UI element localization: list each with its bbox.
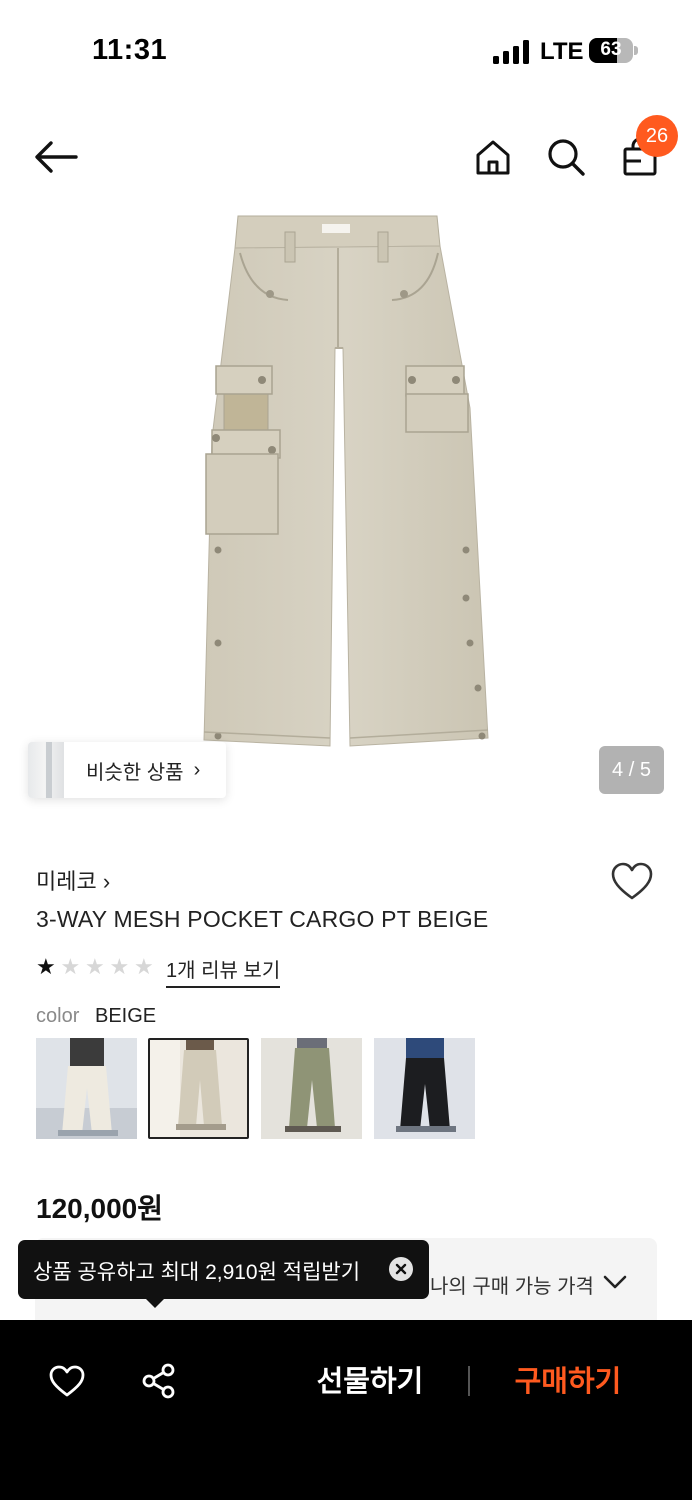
network-type: LTE bbox=[540, 38, 584, 65]
close-icon bbox=[395, 1263, 407, 1275]
heart-icon bbox=[611, 862, 653, 900]
status-bar: 11:31 LTE 63 bbox=[0, 0, 692, 104]
chevron-right-icon: › bbox=[193, 758, 201, 781]
cart-count-badge: 26 bbox=[636, 115, 678, 157]
back-button[interactable] bbox=[30, 132, 82, 182]
product-name: 3-WAY MESH POCKET CARGO PT BEIGE bbox=[36, 906, 489, 932]
wishlist-button[interactable] bbox=[608, 858, 656, 904]
color-swatch-black[interactable] bbox=[374, 1038, 475, 1139]
signal-icon bbox=[493, 40, 529, 64]
color-swatch-white[interactable] bbox=[36, 1038, 137, 1139]
gift-button[interactable]: 선물하기 bbox=[290, 1360, 450, 1404]
like-button[interactable] bbox=[44, 1358, 90, 1404]
star-icon: ★ bbox=[85, 954, 105, 979]
share-icon bbox=[142, 1363, 175, 1399]
share-reward-text: 상품 공유하고 최대 2,910원 적립받기 bbox=[33, 1261, 361, 1284]
heart-icon bbox=[49, 1365, 85, 1397]
price: 120,000원 bbox=[36, 1193, 163, 1224]
review-link[interactable]: 1개 리뷰 보기 bbox=[166, 954, 281, 988]
rating-stars: ★ ★ ★ ★ ★ bbox=[36, 953, 159, 981]
bottom-bar-divider bbox=[468, 1366, 470, 1396]
similar-products-label: 비슷한 상품 bbox=[86, 761, 184, 784]
tooltip-arrow bbox=[145, 1298, 165, 1308]
buy-button[interactable]: 구매하기 bbox=[488, 1360, 648, 1404]
image-page-indicator: 4 / 5 bbox=[599, 746, 664, 794]
color-value: BEIGE bbox=[95, 1005, 157, 1027]
purchase-price-label: 나의 구매 가능 가격 bbox=[430, 1276, 594, 1298]
color-swatch-khaki[interactable] bbox=[261, 1038, 362, 1139]
star-icon: ★ bbox=[36, 954, 56, 979]
share-button[interactable] bbox=[136, 1358, 182, 1404]
product-image[interactable] bbox=[0, 208, 692, 820]
battery-level: 63 bbox=[600, 39, 622, 60]
color-label: color bbox=[36, 1005, 80, 1027]
status-time: 11:31 bbox=[92, 34, 168, 66]
star-icon: ★ bbox=[109, 954, 130, 979]
search-button[interactable] bbox=[543, 134, 589, 180]
chevron-down-icon[interactable] bbox=[602, 1272, 628, 1292]
color-swatch-beige[interactable] bbox=[148, 1038, 249, 1139]
tooltip-close-button[interactable] bbox=[389, 1257, 413, 1281]
battery-tip bbox=[634, 46, 638, 55]
battery-icon: 63 bbox=[589, 38, 633, 63]
search-icon bbox=[548, 139, 585, 176]
star-icon: ★ bbox=[60, 954, 81, 979]
arrow-left-icon bbox=[35, 141, 78, 173]
bottom-action-bar bbox=[0, 1320, 692, 1500]
home-icon bbox=[476, 140, 510, 175]
similar-products-thumbnail bbox=[28, 742, 64, 798]
star-icon: ★ bbox=[134, 954, 154, 979]
brand-link[interactable]: 미레코 › bbox=[36, 864, 110, 896]
pants-illustration bbox=[203, 215, 489, 747]
home-button[interactable] bbox=[470, 134, 516, 180]
similar-products-button[interactable]: 비슷한 상품 › bbox=[28, 742, 226, 798]
